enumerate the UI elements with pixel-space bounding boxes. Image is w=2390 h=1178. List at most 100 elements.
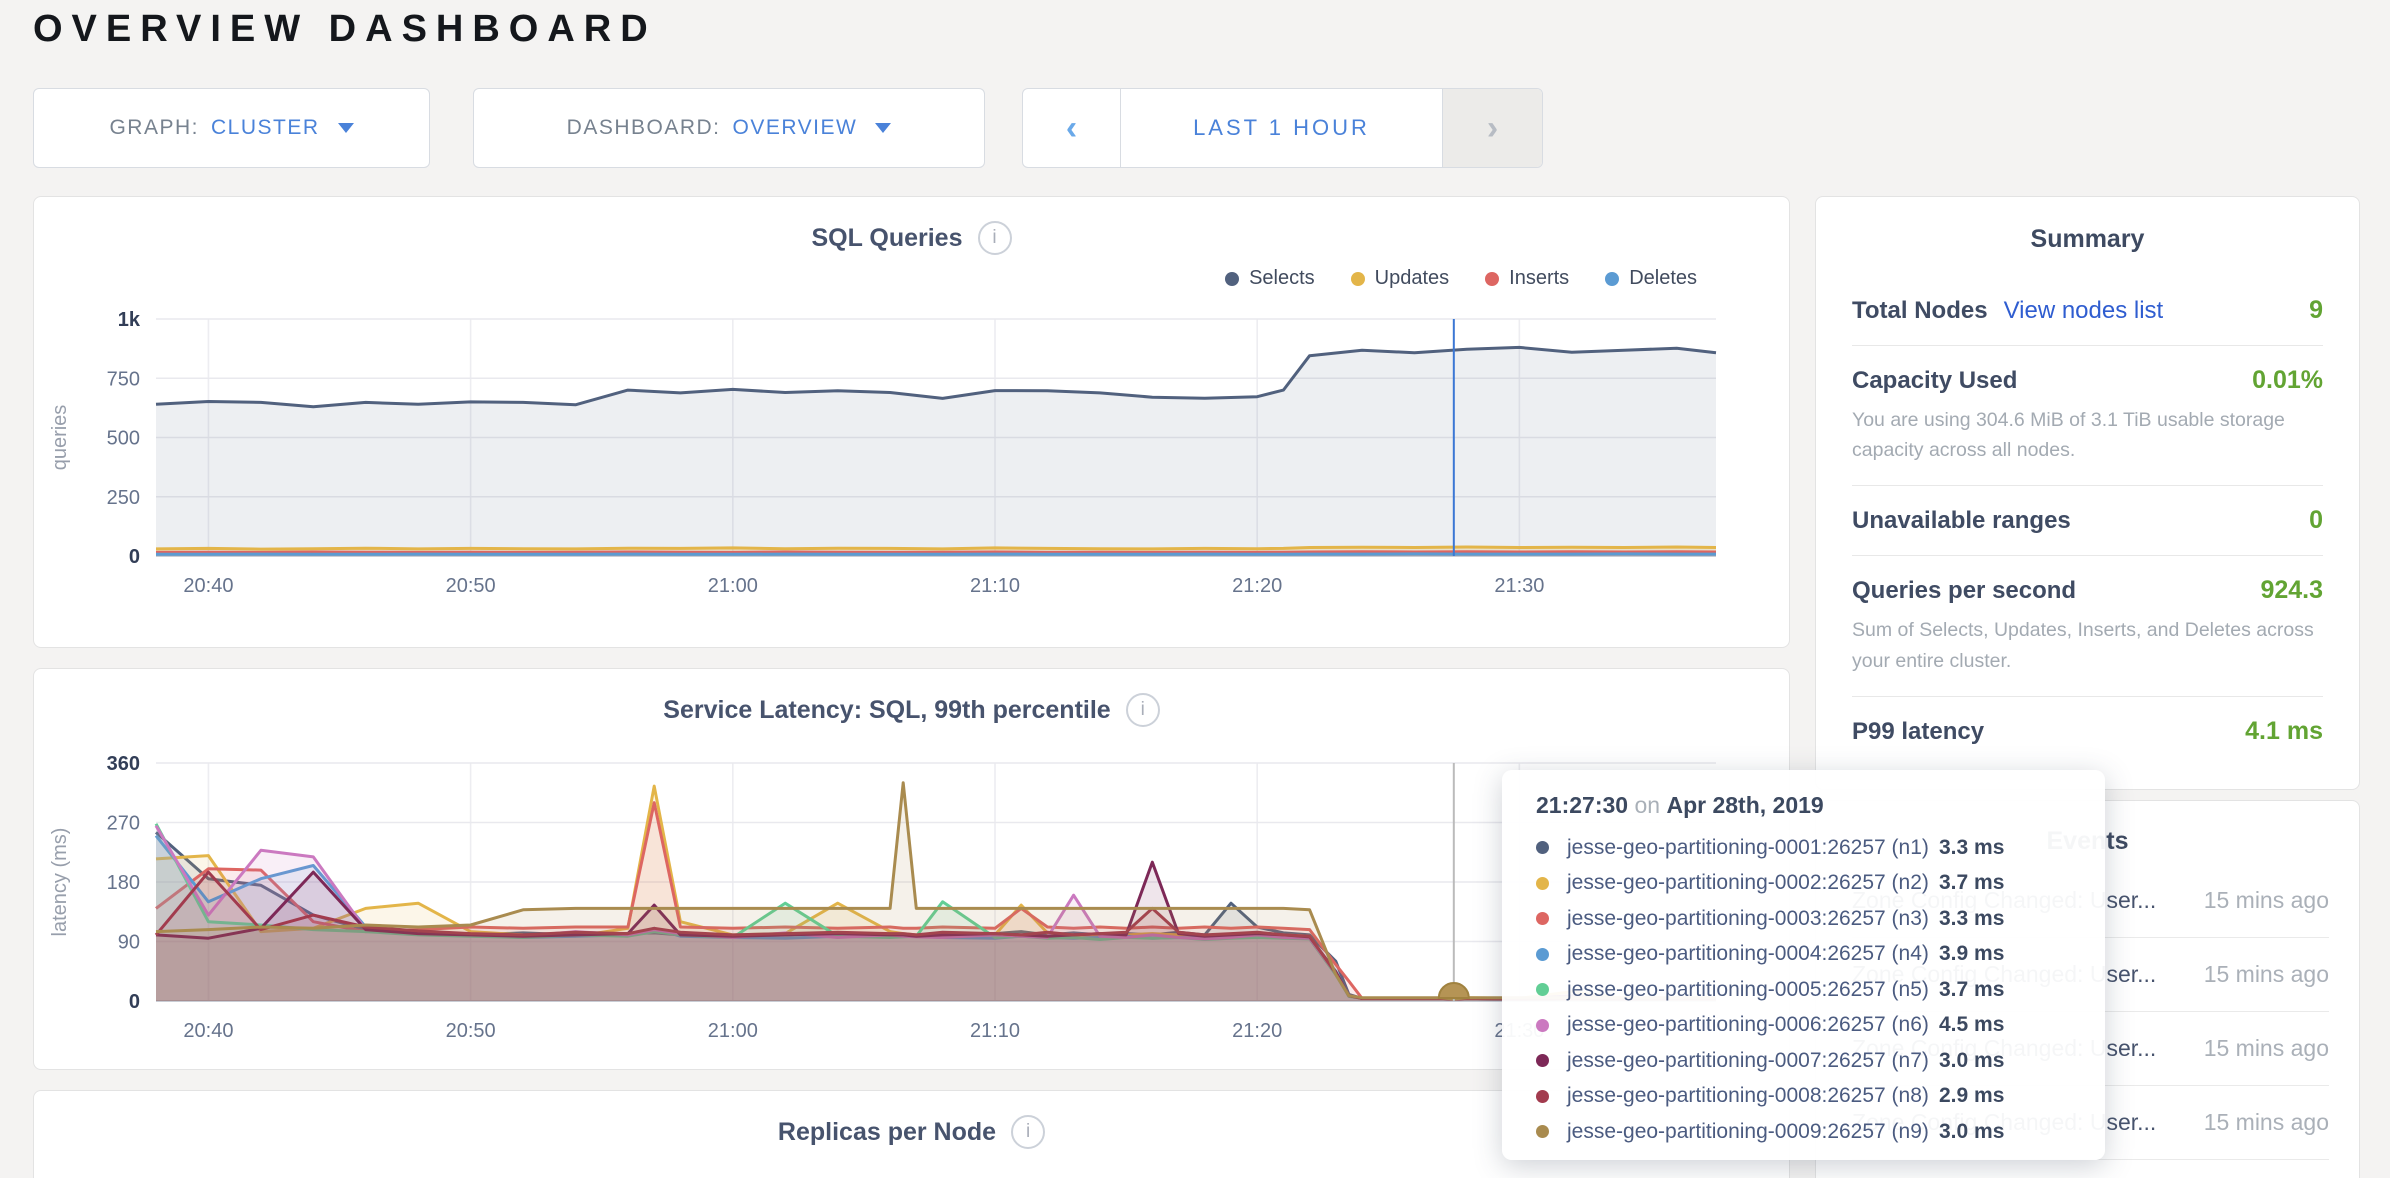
event-time: 15 mins ago — [2187, 958, 2329, 990]
event-time: 15 mins ago — [2187, 1032, 2329, 1064]
tooltip-row: jesse-geo-partitioning-0006:26257 (n6)4.… — [1536, 1008, 2071, 1044]
tooltip-node-name: jesse-geo-partitioning-0003:26257 (n3) — [1567, 907, 1939, 931]
replicas-chart-title: Replicas per Node — [778, 1118, 996, 1147]
tooltip-node-value: 2.9 ms — [1939, 1084, 2004, 1108]
legend-label: Deletes — [1629, 267, 1697, 290]
legend-item-inserts[interactable]: Inserts — [1485, 267, 1569, 290]
y-tick-label: 1k — [118, 309, 141, 331]
legend-item-updates[interactable]: Updates — [1351, 267, 1450, 290]
tooltip-node-name: jesse-geo-partitioning-0002:26257 (n2) — [1567, 871, 1939, 895]
x-tick-label: 20:40 — [183, 575, 233, 597]
summary-row: Total NodesView nodes list9 — [1852, 276, 2323, 345]
view-nodes-list-link[interactable]: View nodes list — [2004, 297, 2164, 325]
y-tick-label: 0 — [129, 546, 140, 568]
tooltip-node-value: 3.7 ms — [1939, 978, 2004, 1002]
tooltip-node-name: jesse-geo-partitioning-0006:26257 (n6) — [1567, 1013, 1939, 1037]
event-time: 15 mins ago — [2187, 1106, 2329, 1138]
tooltip-row: jesse-geo-partitioning-0007:26257 (n7)3.… — [1536, 1043, 2071, 1079]
tooltip-node-value: 3.0 ms — [1939, 1049, 2004, 1073]
tooltip-header: 21:27:30 on Apr 28th, 2019 — [1536, 792, 2071, 822]
x-tick-label: 20:50 — [446, 1020, 496, 1042]
sql-chart-title-row: SQL Queries i — [34, 221, 1789, 255]
chevron-left-icon: ‹ — [1066, 111, 1077, 145]
chevron-down-icon — [875, 123, 891, 133]
x-tick-label: 21:20 — [1232, 575, 1282, 597]
series-dot-icon — [1536, 948, 1549, 961]
legend-label: Inserts — [1509, 267, 1569, 290]
summary-label: P99 latency — [1852, 718, 1984, 746]
summary-row: Capacity Used0.01%You are using 304.6 Mi… — [1852, 345, 2323, 485]
latency-chart-title-row: Service Latency: SQL, 99th percentile i — [34, 693, 1789, 727]
info-icon[interactable]: i — [1011, 1115, 1045, 1149]
series-dot-icon — [1536, 983, 1549, 996]
legend-item-deletes[interactable]: Deletes — [1605, 267, 1697, 290]
tooltip-time: 21:27:30 — [1536, 792, 1628, 818]
y-tick-label: 250 — [107, 487, 140, 509]
overview-dashboard-page: OVERVIEW DASHBOARD GRAPH: CLUSTER DASHBO… — [0, 0, 2390, 1178]
tooltip-row: jesse-geo-partitioning-0005:26257 (n5)3.… — [1536, 972, 2071, 1008]
page-title: OVERVIEW DASHBOARD — [33, 8, 657, 51]
tooltip-row: jesse-geo-partitioning-0009:26257 (n9)3.… — [1536, 1114, 2071, 1150]
tooltip-node-value: 3.0 ms — [1939, 1120, 2004, 1144]
x-tick-label: 21:00 — [708, 575, 758, 597]
series-dot-icon — [1536, 877, 1549, 890]
tooltip-on: on — [1634, 792, 1666, 818]
x-tick-label: 21:20 — [1232, 1020, 1282, 1042]
dashboard-dropdown-label: DASHBOARD: — [567, 116, 721, 140]
chevron-down-icon — [338, 123, 354, 133]
graph-dropdown-value: CLUSTER — [211, 116, 320, 140]
summary-card: Summary Total NodesView nodes list9Capac… — [1815, 196, 2360, 790]
tooltip-node-value: 3.3 ms — [1939, 907, 2004, 931]
series-area — [156, 783, 1716, 1001]
tooltip-row: jesse-geo-partitioning-0001:26257 (n1)3.… — [1536, 830, 2071, 866]
legend-dot-icon — [1225, 272, 1239, 286]
y-axis-label: queries — [49, 405, 71, 471]
time-range-selector: ‹ LAST 1 HOUR › — [1022, 88, 1543, 168]
tooltip-node-name: jesse-geo-partitioning-0009:26257 (n9) — [1567, 1120, 1939, 1144]
sql-chart-title: SQL Queries — [812, 224, 963, 253]
summary-title: Summary — [1816, 225, 2359, 254]
y-tick-label: 500 — [107, 428, 140, 450]
summary-value: 924.3 — [2260, 576, 2323, 605]
info-icon[interactable]: i — [1126, 693, 1160, 727]
x-tick-label: 21:10 — [970, 1020, 1020, 1042]
y-tick-label: 270 — [107, 813, 140, 835]
x-tick-label: 20:50 — [446, 575, 496, 597]
series-dot-icon — [1536, 1019, 1549, 1032]
summary-label: Queries per second — [1852, 577, 2076, 605]
chevron-right-icon: › — [1487, 111, 1498, 145]
tooltip-row: jesse-geo-partitioning-0003:26257 (n3)3.… — [1536, 901, 2071, 937]
tooltip-row: jesse-geo-partitioning-0004:26257 (n4)3.… — [1536, 937, 2071, 973]
graph-dropdown[interactable]: GRAPH: CLUSTER — [33, 88, 430, 168]
tooltip-rows: jesse-geo-partitioning-0001:26257 (n1) 3.… — [1536, 830, 2071, 1150]
tooltip-node-value: 3.9 ms — [1939, 942, 2004, 966]
series-dot-icon — [1536, 1090, 1549, 1103]
legend-label: Selects — [1249, 267, 1315, 290]
time-prev-button[interactable]: ‹ — [1023, 89, 1120, 167]
tooltip-node-name: jesse-geo-partitioning-0001:26257 (n1) — [1567, 836, 1939, 860]
summary-row: Queries per second 924.3 Sum of Selects, U… — [1852, 555, 2323, 695]
event-time: 15 mins ago — [2187, 884, 2329, 916]
summary-desc: Sum of Selects, Updates, Inserts, and De… — [1852, 615, 2323, 675]
dashboard-dropdown[interactable]: DASHBOARD: OVERVIEW — [473, 88, 985, 168]
legend-dot-icon — [1605, 272, 1619, 286]
legend-dot-icon — [1485, 272, 1499, 286]
hover-marker — [1439, 983, 1469, 998]
legend-item-selects[interactable]: Selects — [1225, 267, 1315, 290]
tooltip-node-name: jesse-geo-partitioning-0008:26257 (n8) — [1567, 1084, 1939, 1108]
x-tick-label: 21:10 — [970, 575, 1020, 597]
tooltip-row: jesse-geo-partitioning-0008:26257 (n8)2.… — [1536, 1079, 2071, 1115]
x-tick-label: 21:30 — [1494, 575, 1544, 597]
sql-queries-chart[interactable]: 20:4020:5021:0021:1021:2021:300250500750… — [34, 197, 1791, 649]
series-line — [156, 552, 1716, 553]
tooltip-date: Apr 28th, 2019 — [1666, 792, 1823, 818]
latency-chart-title: Service Latency: SQL, 99th percentile — [663, 696, 1110, 725]
tooltip-node-name: jesse-geo-partitioning-0005:26257 (n5) — [1567, 978, 1939, 1002]
info-icon[interactable]: i — [978, 221, 1012, 255]
sql-queries-card: 20:4020:5021:0021:1021:2021:300250500750… — [33, 196, 1790, 648]
time-range-button[interactable]: LAST 1 HOUR — [1120, 89, 1442, 167]
summary-label: Capacity Used — [1852, 367, 2017, 395]
x-tick-label: 21:00 — [708, 1020, 758, 1042]
time-next-button[interactable]: › — [1442, 89, 1542, 167]
y-tick-label: 180 — [107, 872, 140, 894]
